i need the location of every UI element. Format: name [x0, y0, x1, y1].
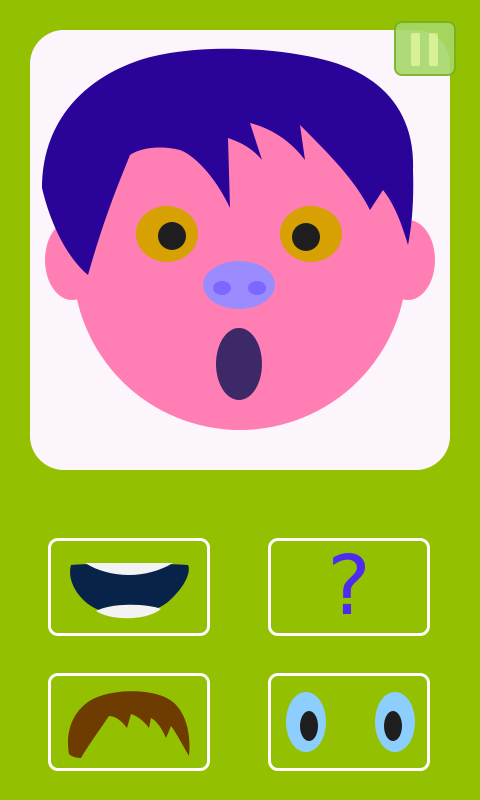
mouth: [216, 328, 262, 400]
smile-mouth-icon: [70, 563, 189, 619]
face-illustration: [42, 48, 435, 430]
brown-hair-icon: [67, 691, 190, 758]
pause-icon-right-bar: [429, 33, 438, 66]
hair-option-button[interactable]: [48, 673, 210, 771]
left-eye-pupil: [158, 222, 186, 250]
pause-icon-left-bar: [411, 33, 420, 66]
question-mark-icon: ?: [327, 539, 371, 634]
mouth-option-button[interactable]: [48, 538, 210, 636]
right-eye-pupil: [292, 223, 320, 251]
left-nostril: [213, 281, 231, 295]
pause-button[interactable]: [394, 21, 456, 76]
random-option-button[interactable]: ?: [268, 538, 430, 636]
blue-eyes-icon: [286, 692, 415, 752]
eyes-option-button[interactable]: [268, 673, 430, 771]
face-preview-card: [30, 30, 450, 470]
right-nostril: [248, 281, 266, 295]
